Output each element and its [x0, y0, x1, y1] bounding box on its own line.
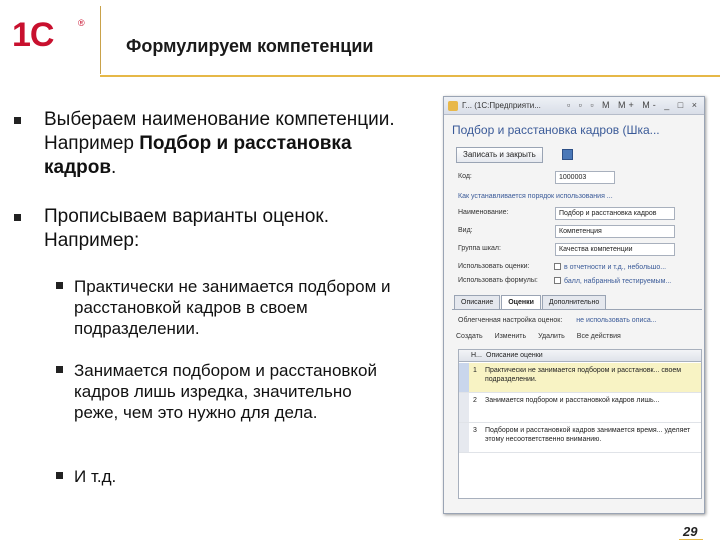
row-number: 3 [473, 427, 477, 434]
sub-bullet-1: Практически не занимается подбором и рас… [56, 276, 414, 339]
field-scale-group: Группа шкал: Качества компетенции [458, 243, 698, 257]
field-name-label: Наименование: [458, 209, 509, 216]
header-divider-vertical [100, 6, 101, 74]
delete-button[interactable]: Удалить [538, 333, 565, 340]
row-number: 1 [473, 367, 477, 374]
all-actions-button[interactable]: Все действия [577, 333, 621, 340]
edit-button[interactable]: Изменить [495, 333, 527, 340]
page-number: 29 [683, 524, 698, 539]
checkbox-icon[interactable] [554, 263, 561, 270]
form-title: Подбор и расстановка кадров (Шка... [452, 123, 660, 137]
sub-bullet-3-text: И т.д. [74, 467, 117, 486]
sub-bullet-2-text: Занимается подбором и расстановкой кадро… [74, 361, 378, 422]
checkbox-icon[interactable] [554, 277, 561, 284]
row-marker [459, 393, 469, 422]
bullet-2: Прописываем варианты оценок. Например: [14, 205, 404, 253]
sub-bullet-2: Занимается подбором и расстановкой кадро… [56, 360, 394, 423]
options-row: Облегченная настройка оценок: не использ… [458, 317, 657, 324]
bullet-1: Выбераем наименование компетенции. Напри… [14, 108, 424, 180]
sub-bullet-square-icon [56, 472, 63, 479]
check-use-formulas-link-wrap[interactable]: балл, набранный тестируемым... [554, 277, 671, 285]
header-divider-horizontal [100, 75, 720, 77]
row-marker [459, 423, 469, 452]
app-window-screenshot: Г... (1С:Предприяти... ▫ ▫ ▫ M M+ M- _ □… [443, 96, 705, 514]
row-text: Подбором и расстановкой кадров занимаетс… [485, 427, 691, 443]
check-use-ratings-link[interactable]: в отчетности и т.д., небольшо... [564, 264, 666, 271]
tab-ratings[interactable]: Оценки [501, 295, 541, 309]
grid-header-num[interactable]: Н... [459, 350, 483, 361]
logo-registered-mark: ® [78, 18, 85, 28]
save-icon[interactable] [562, 149, 573, 160]
check-use-ratings[interactable]: Использовать оценки: [458, 263, 530, 270]
create-button[interactable]: Создать [456, 333, 483, 340]
check-use-formulas-link[interactable]: балл, набранный тестируемым... [564, 278, 671, 285]
field-code-input[interactable]: 1000003 [555, 171, 615, 184]
slide-header: 1С ® Формулируем компетенции [0, 0, 720, 78]
field-scale-group-label: Группа шкал: [458, 245, 501, 252]
field-kind-label: Вид: [458, 227, 473, 234]
bullet-2-text: Прописываем варианты оценок. Например: [44, 206, 329, 251]
options-label: Облегченная настройка оценок: [458, 317, 563, 324]
check-use-ratings-label: Использовать оценки: [458, 263, 530, 270]
slide-title: Формулируем компетенции [126, 36, 374, 56]
grid-header: Н... Описание оценки [459, 350, 701, 362]
row-text: Практически не занимается подбором и рас… [485, 367, 682, 383]
window-title: Г... (1С:Предприяти... [462, 101, 541, 110]
row-marker [459, 363, 469, 392]
field-code-label: Код: [458, 173, 472, 180]
table-row[interactable]: 2 Занимается подбором и расстановкой кад… [459, 393, 701, 423]
options-link[interactable]: не использовать описа... [576, 317, 656, 324]
table-row[interactable]: 3 Подбором и расстановкой кадров занимае… [459, 423, 701, 453]
window-titlebar: Г... (1С:Предприяти... ▫ ▫ ▫ M M+ M- _ □… [444, 97, 704, 115]
grid-header-description[interactable]: Описание оценки [483, 350, 543, 361]
row-text: Занимается подбором и расстановкой кадро… [485, 397, 660, 404]
bullet-1-tail: . [111, 157, 117, 178]
app-icon [448, 101, 458, 111]
field-kind: Вид: Компетенция [458, 225, 698, 239]
tab-additional[interactable]: Дополнительно [541, 295, 607, 309]
table-row[interactable]: 1 Практически не занимается подбором и р… [459, 363, 701, 393]
bullet-square-icon [14, 117, 21, 124]
check-use-formulas[interactable]: Использовать формулы: [458, 277, 538, 284]
sub-bullet-square-icon [56, 366, 63, 373]
field-code: Код: 1000003 [458, 171, 698, 185]
save-and-close-button[interactable]: Записать и закрыть [456, 147, 543, 163]
sub-bullet-1-text: Практически не занимается подбором и рас… [74, 277, 391, 338]
field-scale-group-input[interactable]: Качества компетенции [555, 243, 675, 256]
tab-description[interactable]: Описание [454, 295, 501, 309]
check-use-ratings-link-wrap[interactable]: в отчетности и т.д., небольшо... [554, 263, 666, 271]
field-name-input[interactable]: Подбор и расстановка кадров [555, 207, 675, 220]
tab-divider [452, 309, 702, 310]
field-kind-input[interactable]: Компетенция [555, 225, 675, 238]
field-name: Наименование: Подбор и расстановка кадро… [458, 207, 698, 221]
tab-bar: Описание Оценки Дополнительно [454, 295, 607, 309]
sub-bullet-3: И т.д. [56, 466, 274, 487]
grid-toolbar: Создать Изменить Удалить Все действия [456, 333, 631, 340]
row-number: 2 [473, 397, 477, 404]
logo-text: 1С [12, 16, 54, 54]
ratings-grid: Н... Описание оценки 1 Практически не зан… [458, 349, 702, 499]
1c-logo: 1С ® [12, 16, 85, 54]
sub-bullet-square-icon [56, 282, 63, 289]
window-controls[interactable]: ▫ ▫ ▫ M M+ M- _ □ × [567, 100, 700, 110]
help-link[interactable]: Как устанавливается порядок использовани… [458, 193, 613, 200]
check-use-formulas-label: Использовать формулы: [458, 277, 538, 284]
bullet-square-icon [14, 214, 21, 221]
